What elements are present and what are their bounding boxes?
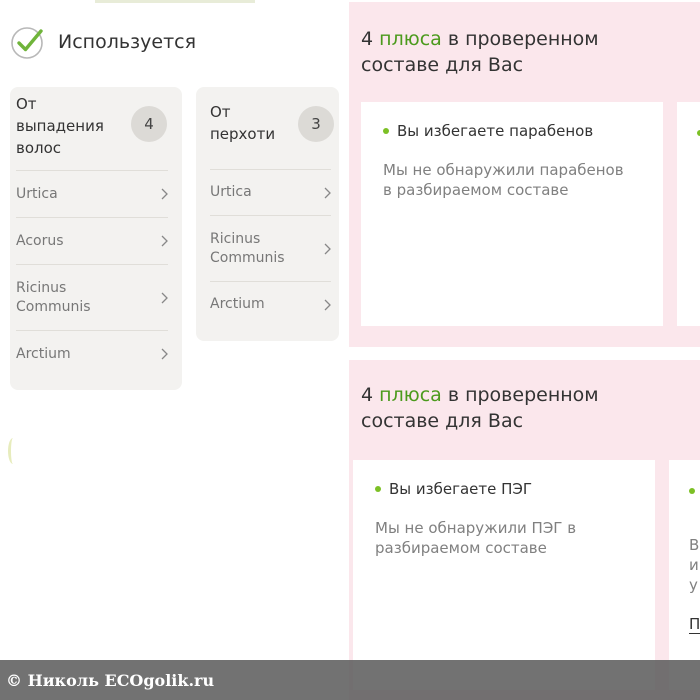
ingredient-item[interactable]: Acorus [16, 217, 168, 264]
ingredient-list: Urtica Ricinus Communis Arctium [196, 169, 339, 327]
ingredient-item[interactable]: Urtica [16, 170, 168, 217]
ingredient-label: Arctium [16, 345, 71, 362]
benefit-card-header: Вы избегаете ПЭГ [375, 480, 532, 498]
ingredient-item[interactable]: Arctium [210, 281, 331, 327]
category-card-header[interactable]: От перхоти 3 [196, 87, 339, 169]
benefits-count: 4 [361, 28, 380, 50]
ingredient-label: Acorus [16, 232, 64, 249]
ingredient-label: Urtica [210, 184, 252, 200]
benefits-title: 4 плюса в проверенном составе для Вас [361, 26, 661, 78]
ingredient-label: Ricinus Communis [16, 279, 91, 315]
benefit-card: Вы избегаете парабенов Мы не обнаружили … [361, 102, 663, 326]
benefit-card-title: Вы избегаете ПЭГ [389, 480, 533, 498]
ingredient-label: Ricinus Communis [210, 230, 285, 266]
category-title: От перхоти [210, 103, 276, 143]
benefit-card-partial: В и у П [669, 460, 700, 690]
category-count-badge: 3 [298, 106, 334, 142]
benefit-card-partial [677, 102, 700, 326]
top-accent-bar [95, 0, 255, 3]
benefits-panel-peg: 4 плюса в проверенном составе для Вас Вы… [349, 360, 700, 700]
ingredient-item[interactable]: Urtica [210, 169, 331, 215]
benefit-card: Вы избегаете ПЭГ Мы не обнаружили ПЭГ в … [353, 460, 655, 690]
benefits-title: 4 плюса в проверенном составе для Вас [361, 382, 661, 434]
decorative-ring-fragment [8, 438, 18, 464]
ingredient-list: Urtica Acorus Ricinus Communis Arctium [10, 170, 182, 377]
chevron-right-icon [161, 348, 168, 360]
benefit-card-partial-text: В и у [689, 536, 700, 594]
category-count-badge: 4 [131, 106, 167, 142]
category-card-hair-loss: От выпадения волос 4 Urtica Acorus Ricin… [10, 87, 182, 390]
benefits-count: 4 [361, 384, 380, 406]
benefit-card-partial-link[interactable]: П [689, 615, 700, 634]
ingredient-label: Arctium [210, 296, 265, 312]
green-dot-icon [375, 486, 381, 492]
chevron-right-icon [161, 292, 168, 303]
used-header: Используется [10, 24, 196, 60]
category-card-dandruff: От перхоти 3 Urtica Ricinus Communis Arc… [196, 87, 339, 341]
green-dot-icon [383, 128, 389, 134]
check-circle-icon [11, 27, 43, 59]
ingredient-label: Urtica [16, 185, 58, 202]
used-title: Используется [58, 31, 197, 53]
category-card-header[interactable]: От выпадения волос 4 [10, 87, 182, 170]
chevron-right-icon [324, 243, 331, 254]
ingredient-item[interactable]: Ricinus Communis [210, 215, 331, 281]
ingredient-item[interactable]: Arctium [16, 330, 168, 377]
benefit-card-text: Мы не обнаружили парабенов в разбираемом… [383, 161, 624, 199]
chevron-right-icon [324, 299, 331, 310]
chevron-right-icon [161, 235, 168, 247]
ingredient-item[interactable]: Ricinus Communis [16, 264, 168, 330]
benefit-card-text: Мы не обнаружили ПЭГ в разбираемом соста… [375, 519, 577, 557]
benefits-highlight: плюса [379, 384, 442, 406]
watermark-text: © Николь ECOgolik.ru [6, 670, 215, 690]
category-title: От выпадения волос [16, 95, 104, 157]
benefits-highlight: плюса [379, 28, 442, 50]
benefit-card-header: Вы избегаете парабенов [383, 122, 593, 140]
watermark-bar: © Николь ECOgolik.ru [0, 660, 700, 700]
green-dot-icon [689, 488, 695, 494]
chevron-right-icon [324, 187, 331, 198]
chevron-right-icon [161, 188, 168, 200]
benefit-card-title: Вы избегаете парабенов [397, 122, 594, 140]
benefits-panel-parabens: 4 плюса в проверенном составе для Вас Вы… [349, 2, 700, 347]
